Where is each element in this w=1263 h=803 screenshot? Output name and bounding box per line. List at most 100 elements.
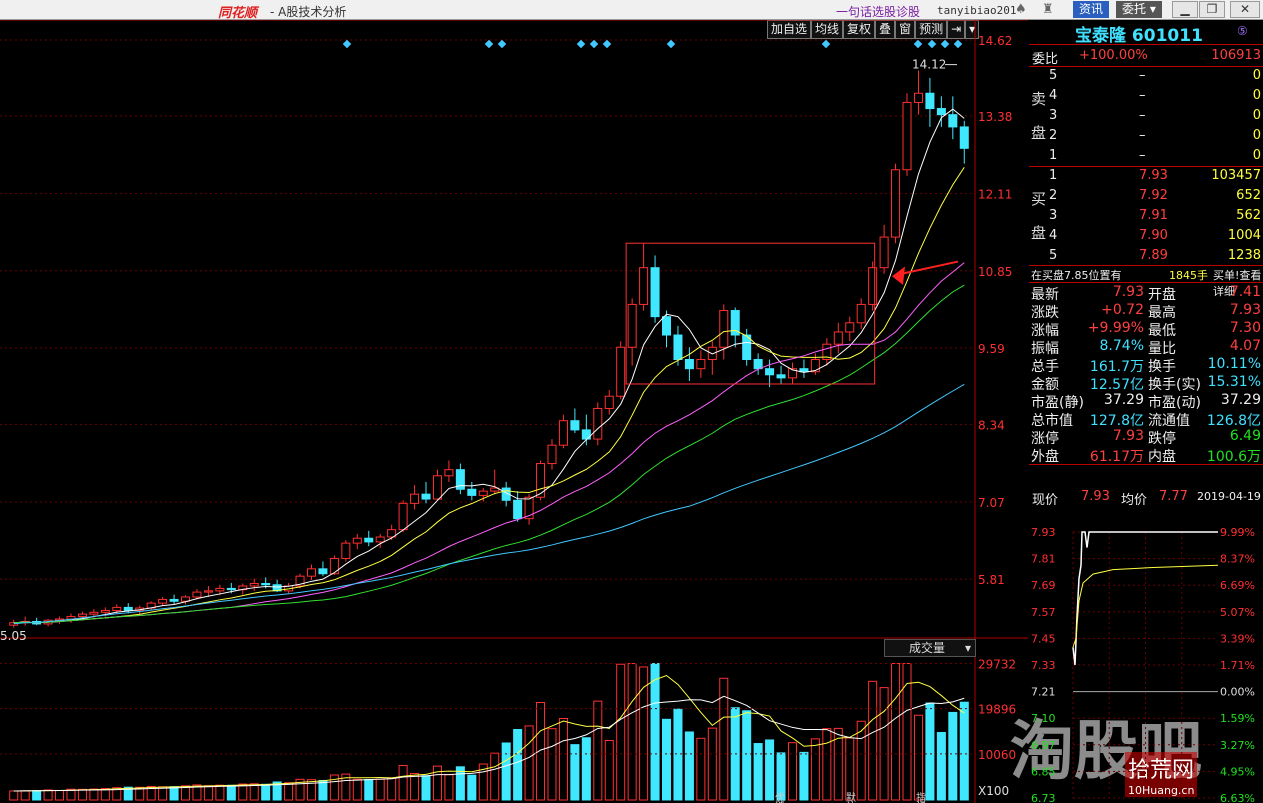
volume-bar [249, 783, 259, 801]
candle-body [845, 322, 855, 333]
quote-value: 37.29 [1103, 392, 1144, 408]
book-level: 3 [1049, 108, 1058, 123]
candle-body [249, 583, 259, 587]
intraday-price-tick: 7.33 [1031, 659, 1056, 672]
volume-ma-line [13, 674, 965, 792]
price-tick-label: 9.59 [978, 342, 1005, 356]
tab-indicator-help[interactable]: 指标说明 [916, 794, 926, 803]
chevron-down-icon: ▾ [1146, 2, 1156, 16]
volume-bar [524, 725, 534, 801]
minimize-icon[interactable]: ▁ [1172, 1, 1198, 18]
candle-body [810, 359, 820, 373]
window-subtitle: - A股技术分析 [270, 5, 347, 19]
book-level: 1 [1049, 148, 1058, 163]
book-price: 7.89 [1139, 248, 1168, 263]
candle-body [765, 368, 775, 376]
quote-row: 总手 161.7万 换手 10.11% [1029, 355, 1263, 375]
stock-chart[interactable]: 14.62 13.38 12.11 10.85 9.59 8.34 7.07 5.81 14.1… [0, 20, 1028, 803]
volume-bar [501, 742, 511, 801]
sell-book-row[interactable]: 5 – 0 [1029, 67, 1263, 85]
book-volume: 0 [1252, 68, 1261, 83]
quote-value: 7.41 [1229, 284, 1261, 300]
sell-book-row[interactable]: 3 – 0 [1029, 107, 1263, 125]
candle-body [833, 331, 843, 345]
sell-book-row[interactable]: 1 – 0 [1029, 147, 1263, 165]
candle-body [547, 444, 557, 465]
quote-value: 7.93 [1112, 284, 1144, 300]
sell-book-row[interactable]: 4 – 0 [1029, 87, 1263, 105]
candle-body [891, 169, 901, 238]
volume-bar [238, 783, 248, 801]
sell-book-row[interactable]: 2 – 0 [1029, 127, 1263, 145]
volume-tick-label: 29732 [978, 658, 1016, 672]
close-icon[interactable]: ✕ [1230, 1, 1260, 18]
intraday-pct-tick: 3.27% [1220, 739, 1255, 752]
intraday-price-tick: 6.85 [1031, 765, 1056, 778]
intraday-pct-tick: 9.99% [1220, 526, 1255, 539]
book-volume: 0 [1252, 128, 1261, 143]
volume-bar [913, 714, 923, 801]
quote-value: 7.93 [1112, 428, 1144, 444]
event-marker-icon [484, 39, 494, 49]
intraday-chart[interactable]: 7.93 9.99% 7.81 8.37% 7.69 6.69% 7.57 5.07% 7.45… [1028, 518, 1263, 803]
candle-body [707, 346, 717, 361]
volume-bar [43, 789, 53, 801]
username: tanyibiao201 [937, 4, 1017, 17]
candle-body [604, 395, 614, 409]
shirt-icon[interactable]: ♜ [1042, 2, 1054, 17]
buy-book-row[interactable]: 4 7.90 1004 [1029, 227, 1263, 245]
candle-body [513, 499, 523, 520]
buy-book-row[interactable]: 1 7.93 103457 [1029, 167, 1263, 185]
volume-bar [845, 737, 855, 801]
circle-number-icon[interactable]: ⑤ [1237, 24, 1248, 38]
book-volume: 562 [1236, 208, 1261, 223]
quote-value: 37.29 [1220, 392, 1261, 408]
stock-title: 宝泰隆 601011 [1075, 21, 1203, 46]
candle-body [398, 502, 408, 531]
candle-body [306, 568, 316, 577]
tab-preferred-params[interactable]: 优选参数 [775, 794, 785, 803]
chevron-down-icon: ▾ [964, 641, 971, 655]
volume-bar [352, 778, 362, 801]
intraday-date: 2019-04-19 [1197, 490, 1261, 503]
stock-name: 宝泰隆 [1075, 26, 1126, 46]
candle-body [662, 316, 672, 336]
info-button[interactable]: 资讯 [1073, 1, 1110, 18]
candle-body [352, 537, 362, 544]
quote-value: 4.07 [1229, 338, 1261, 354]
candle-body [329, 557, 339, 575]
book-level: 5 [1049, 248, 1058, 263]
quote-value: +0.72 [1101, 302, 1144, 318]
candle-body [444, 469, 454, 477]
quote-label: 外盘 [1031, 449, 1059, 465]
avg-price-value: 7.77 [1159, 489, 1188, 504]
tab-default-params[interactable]: 默认参数 [846, 794, 856, 803]
quote-value: 15.31% [1207, 374, 1261, 390]
volume-bar [753, 743, 763, 801]
book-volume: 0 [1252, 148, 1261, 163]
order-button[interactable]: 委托 ▾ [1116, 1, 1162, 18]
volume-bar [513, 728, 523, 801]
order-ratio-row: 委比 +100.00% 106913 [1029, 47, 1263, 67]
volume-bar [89, 788, 99, 801]
restore-icon[interactable]: ❐ [1199, 1, 1225, 18]
candle-body [261, 583, 271, 586]
candle-body [123, 606, 133, 611]
volume-bar [787, 742, 797, 801]
volume-bar [284, 782, 294, 801]
buy-book-row[interactable]: 3 7.91 562 [1029, 207, 1263, 225]
candle-body [318, 568, 328, 575]
smart-stock-picker-link[interactable]: 一句话选股诊股 [836, 3, 920, 20]
buy-book-row[interactable]: 5 7.89 1238 [1029, 247, 1263, 265]
book-price: – [1139, 148, 1146, 163]
quote-value: 7.30 [1229, 320, 1261, 336]
volume-indicator-select[interactable]: 成交量 ▾ [884, 639, 976, 657]
buy-book-row[interactable]: 2 7.92 652 [1029, 187, 1263, 205]
quote-value: +9.99% [1087, 320, 1144, 336]
avg-price-label: 均价 [1121, 493, 1148, 508]
intraday-pct-tick: 1.71% [1220, 659, 1255, 672]
volume-bar [742, 710, 752, 801]
bell-icon[interactable]: ♠ [1015, 2, 1027, 17]
volume-bar [684, 731, 694, 801]
intraday-pct-tick: 6.63% [1220, 792, 1255, 803]
